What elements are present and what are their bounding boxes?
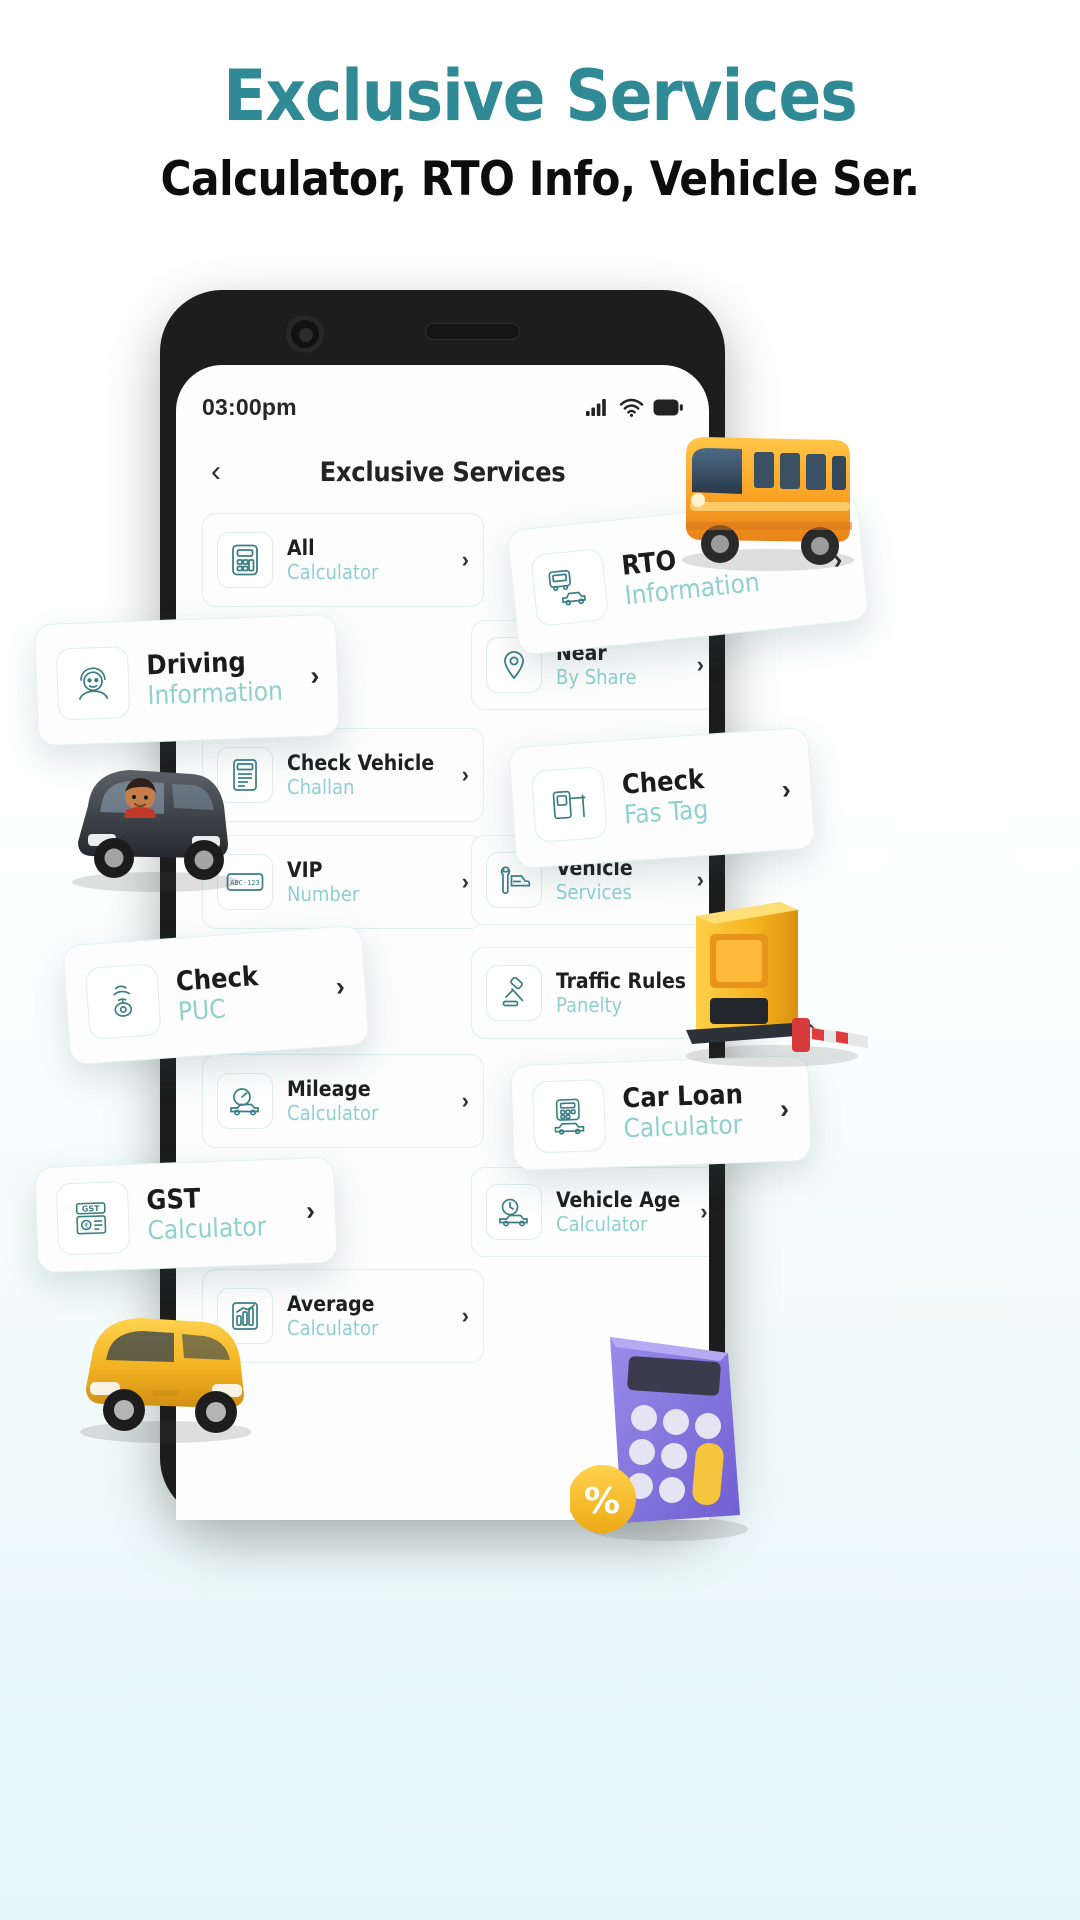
service-card-vehicle-age-calculator[interactable]: Vehicle Age Calculator › <box>471 1167 709 1257</box>
svg-text:₹: ₹ <box>84 1222 89 1230</box>
service-label-sub: Services <box>556 880 632 905</box>
svg-text:GST: GST <box>82 1204 101 1214</box>
wifi-icon <box>619 398 644 417</box>
page-subtitle: Calculator, RTO Info, Vehicle Ser. <box>160 151 920 207</box>
chevron-right-icon[interactable]: › <box>325 971 346 1003</box>
calculator-3d: % <box>570 1337 748 1541</box>
signal-icon <box>586 398 610 416</box>
chevron-right-icon[interactable]: › <box>456 1303 469 1329</box>
yellow-car-3d <box>80 1318 252 1443</box>
chevron-right-icon[interactable]: › <box>456 762 469 788</box>
toll-booth-3d <box>686 902 868 1067</box>
service-label-main: Mileage <box>287 1076 371 1101</box>
service-label-sub: Number <box>287 882 360 907</box>
chevron-right-icon[interactable]: › <box>456 547 469 573</box>
chevron-right-icon[interactable]: › <box>456 1088 469 1114</box>
service-label-sub: Panelty <box>556 993 623 1018</box>
status-time: 03:00pm <box>202 393 297 420</box>
chevron-right-icon[interactable]: › <box>769 1093 789 1125</box>
app-bar: ‹ Exclusive Services <box>176 443 709 501</box>
service-label-sub: Calculator <box>623 1110 743 1145</box>
service-label-main: Vehicle Age <box>556 1187 681 1212</box>
service-label-main: Driving <box>145 646 247 682</box>
service-label-main: GST <box>145 1183 201 1217</box>
service-card-gst-calculator[interactable]: GST ₹ GST Calculator › <box>34 1156 338 1274</box>
calculator-icon <box>217 532 273 588</box>
front-camera-icon <box>286 315 324 353</box>
service-label-sub: By Share <box>556 665 637 690</box>
earpiece-speaker <box>425 323 520 340</box>
svg-text:%: % <box>584 1481 620 1522</box>
service-card-all-calculator[interactable]: All Calculator › <box>202 513 484 607</box>
gavel-icon <box>486 965 542 1021</box>
speedometer-car-icon <box>217 1073 273 1129</box>
chevron-right-icon[interactable]: › <box>691 652 704 678</box>
page-title: Exclusive Services <box>223 55 857 137</box>
service-card-mileage-calculator[interactable]: Mileage Calculator › <box>202 1054 484 1148</box>
chevron-right-icon[interactable]: › <box>295 1195 315 1227</box>
gst-doc-icon: GST ₹ <box>55 1181 131 1256</box>
service-label-sub: Calculator <box>287 1316 379 1341</box>
chevron-right-icon[interactable]: › <box>694 1199 707 1225</box>
service-label-sub: Calculator <box>147 1212 267 1247</box>
school-bus-3d <box>682 437 854 571</box>
rto-vehicles-icon <box>530 547 610 628</box>
service-label-main: Traffic Rules <box>556 968 687 993</box>
clock-car-icon <box>486 1184 542 1240</box>
service-label-sub: Calculator <box>287 1101 379 1126</box>
chevron-right-icon[interactable]: › <box>771 774 792 806</box>
service-label-sub: PUC <box>177 994 227 1028</box>
back-button[interactable]: ‹ <box>200 456 232 488</box>
service-card-driving-information[interactable]: Driving Information › <box>33 613 341 747</box>
chevron-right-icon[interactable]: › <box>300 660 320 692</box>
service-label-main: Check Vehicle <box>287 750 435 775</box>
app-bar-title: Exclusive Services <box>319 456 566 488</box>
battery-icon <box>653 399 683 416</box>
service-label-sub: Calculator <box>556 1212 648 1237</box>
service-card-check-puc[interactable]: Check PUC › <box>62 924 370 1066</box>
toll-booth-icon <box>530 766 608 843</box>
service-label-main: All <box>287 535 315 560</box>
puc-smoke-icon <box>84 963 162 1040</box>
service-label-sub: Fas Tag <box>623 794 710 831</box>
loan-car-icon <box>531 1078 607 1154</box>
service-label-main: Car Loan <box>621 1079 744 1115</box>
status-bar: 03:00pm <box>176 387 709 427</box>
service-label-main: VIP <box>287 857 323 882</box>
service-label-sub: Calculator <box>287 560 379 585</box>
promo-header: Exclusive Services Calculator, RTO Info,… <box>0 55 1080 207</box>
service-label-sub: Challan <box>287 775 355 800</box>
service-card-check-fas-tag[interactable]: Check Fas Tag › <box>508 726 816 870</box>
service-card-car-loan-calculator[interactable]: Car Loan Calculator › <box>510 1054 812 1172</box>
service-label-main: Check <box>174 960 260 998</box>
chevron-right-icon[interactable]: › <box>456 869 469 895</box>
service-label-sub: Information <box>147 676 284 712</box>
service-label-main: Average <box>287 1291 375 1316</box>
black-car-driver-3d <box>72 770 240 892</box>
driver-face-icon <box>55 646 131 721</box>
status-icon-group <box>586 398 683 417</box>
